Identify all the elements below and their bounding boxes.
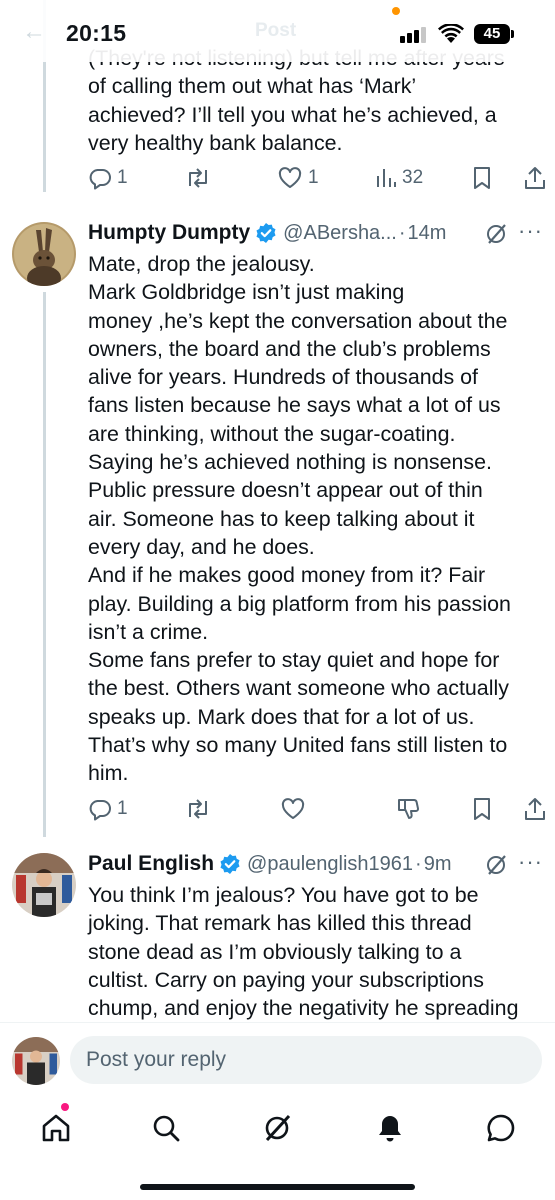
repost-button[interactable] (185, 163, 211, 193)
bookmark-icon (474, 798, 490, 820)
author-name[interactable]: Humpty Dumpty (88, 221, 250, 245)
status-bar: ← Post 20:15 45 (0, 0, 555, 62)
tab-grok[interactable] (257, 1108, 297, 1148)
tweet-time: 14m (407, 221, 447, 244)
verified-icon (219, 853, 241, 875)
bookmark-icon (474, 167, 490, 189)
page-title: Post (255, 20, 297, 41)
share-button[interactable] (523, 163, 547, 193)
views-icon (377, 169, 396, 187)
reply-button[interactable]: 1 (88, 163, 128, 193)
tab-search[interactable] (146, 1108, 186, 1148)
like-button[interactable]: 1 (277, 163, 319, 193)
tweet-text: You think I’m jealous? You have got to b… (88, 883, 519, 1021)
battery-icon: 45 (474, 24, 510, 44)
tweet-actions: 1 1 32 (80, 163, 550, 193)
like-icon (278, 167, 302, 188)
grok-icon (265, 1114, 291, 1142)
tweet-actions: 1 (80, 794, 550, 824)
more-icon[interactable]: ··· (518, 218, 543, 244)
avatar[interactable] (12, 853, 76, 917)
status-indicator-dot (392, 7, 400, 15)
views-count: 32 (402, 167, 424, 188)
share-icon (525, 798, 545, 820)
search-icon (153, 1115, 180, 1142)
thread-line (43, 292, 46, 837)
home-notification-dot (61, 1103, 69, 1111)
bookmark-button[interactable] (471, 794, 493, 824)
tweet-header: Humpty Dumpty @ABersha... · 14m (88, 218, 446, 248)
tab-messages[interactable] (481, 1108, 521, 1148)
notifications-icon (379, 1116, 401, 1142)
like-count: 1 (308, 167, 319, 188)
wifi-icon (438, 24, 464, 43)
grok-icon[interactable] (484, 222, 508, 246)
tweet-time: 9m (423, 852, 452, 875)
signal-icon (400, 27, 430, 43)
tab-home[interactable] (36, 1108, 76, 1148)
tweet-header: Paul English @paulenglish1961 · 9m (88, 849, 452, 879)
status-time: 20:15 (66, 20, 127, 46)
tab-notifications[interactable] (370, 1108, 410, 1148)
author-name[interactable]: Paul English (88, 852, 214, 876)
reply-input[interactable]: Post your reply (70, 1036, 542, 1084)
reply-button[interactable]: 1 (88, 794, 128, 824)
share-button[interactable] (523, 794, 547, 824)
grok-icon[interactable] (484, 853, 508, 877)
home-indicator (140, 1184, 415, 1190)
like-icon (281, 798, 305, 819)
bookmark-button[interactable] (471, 163, 493, 193)
author-handle[interactable]: @ABersha... (283, 222, 397, 245)
avatar (12, 1037, 60, 1085)
verified-icon (255, 222, 277, 244)
views-button[interactable]: 32 (375, 163, 423, 193)
reply-count: 1 (117, 798, 128, 819)
like-button[interactable] (280, 794, 306, 824)
messages-icon (487, 1114, 515, 1142)
share-icon (525, 167, 545, 189)
repost-icon (189, 168, 207, 188)
dislike-button[interactable] (395, 794, 421, 824)
home-icon (42, 1114, 70, 1142)
reply-count: 1 (117, 167, 128, 188)
more-icon[interactable]: ··· (518, 849, 543, 875)
avatar[interactable] (12, 222, 76, 286)
dislike-icon (398, 799, 420, 819)
separator-dot: · (398, 221, 406, 244)
separator-dot: · (415, 852, 422, 875)
repost-button[interactable] (185, 794, 211, 824)
repost-icon (189, 799, 207, 819)
tweet-text: Mate, drop the jealousy. Mark Goldbridge… (88, 252, 511, 786)
reply-icon (89, 169, 111, 190)
author-handle[interactable]: @paulenglish1961 (247, 853, 413, 876)
reply-bar: Post your reply (0, 1022, 555, 1100)
battery-tip (511, 30, 514, 38)
back-arrow-icon[interactable]: ← (22, 18, 46, 46)
reply-icon (89, 800, 111, 821)
